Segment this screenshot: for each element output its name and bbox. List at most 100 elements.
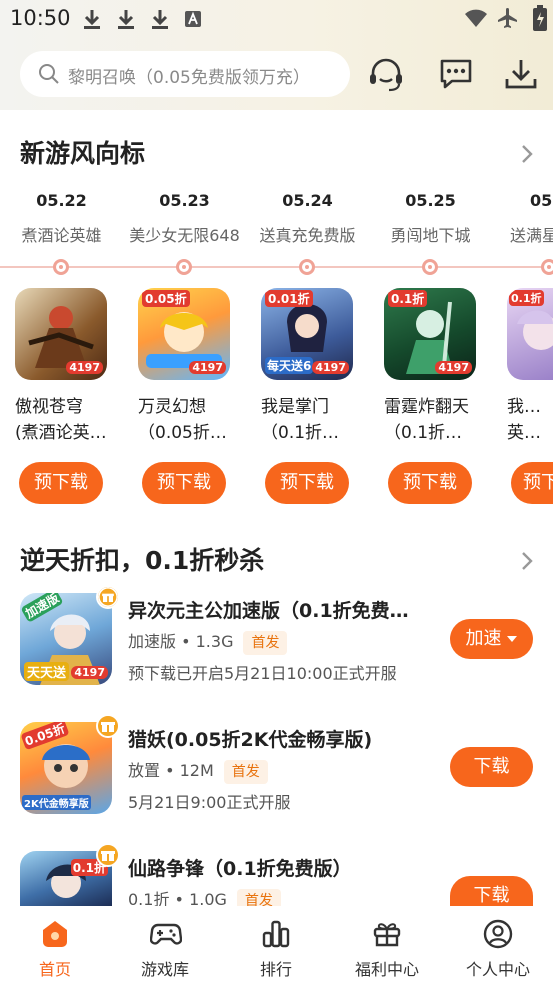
timeline-date: 05.24 (282, 191, 333, 210)
nav-home[interactable]: 首页 (0, 906, 110, 983)
download-button[interactable]: 下载 (450, 876, 533, 906)
icon-caption: 天天送 (24, 662, 70, 681)
game-name-line: 我是掌门 (261, 397, 329, 417)
game-name[interactable]: 傲视苍穹 (煮酒论英… (15, 394, 125, 446)
timeline-event: 送满星 (510, 226, 553, 245)
accelerate-button-label: 加速 (465, 628, 502, 649)
icon-badge: 4197 (312, 361, 349, 374)
search-icon (39, 64, 59, 84)
game-name[interactable]: 我的魔 英雄伙 (507, 394, 553, 446)
game-description: 预下载已开启5月21日10:00正式开服 (128, 664, 397, 683)
first-release-badge: 首发 (243, 631, 288, 655)
download-manager-icon[interactable] (504, 57, 538, 91)
caret-down-icon (506, 636, 517, 642)
game-name-line: 万灵幻想 (138, 397, 206, 417)
search-placeholder: 黎明召唤（0.05免费版领万充） (68, 68, 310, 88)
icon-badge: 4197 (66, 361, 103, 374)
pre-download-button[interactable]: 预下载 (19, 462, 103, 504)
game-name-subtitle: 英雄伙 (507, 423, 553, 443)
new-games-section-title: 新游风向标 (20, 139, 146, 168)
game-name[interactable]: 我是掌门 （0.1折… (261, 394, 353, 446)
game-name-line: 雷霆炸翻天 (384, 397, 469, 417)
game-name-line: 我的魔 (507, 397, 553, 417)
gift-icon (373, 923, 401, 947)
game-size: 1.0G (189, 890, 227, 906)
game-name-subtitle: （0.1折… (261, 423, 340, 443)
nav-label: 游戏库 (140, 960, 189, 979)
timeline-event: 送真充免费版 (259, 226, 356, 245)
game-category: 0.1折 (128, 890, 170, 906)
game-name[interactable]: 雷霆炸翻天 （0.1折… (384, 394, 484, 446)
game-icon[interactable]: 0.1折 (507, 288, 553, 380)
icon-discount-tag: 0.1折 (388, 290, 428, 307)
game-size: 12M (179, 761, 214, 780)
icon-discount-tag: 0.05折 (142, 290, 190, 307)
search-bar[interactable]: 黎明召唤（0.05免费版领万充） (20, 51, 350, 97)
icon-badge: 4197 (435, 361, 472, 374)
icon-caption: 每天送6 (265, 357, 314, 374)
download-notification-icon (118, 10, 134, 29)
icon-badge: 4197 (189, 361, 226, 374)
game-title[interactable]: 仙路争锋（0.1折免费版） (128, 854, 438, 881)
gamepad-icon (150, 923, 182, 945)
timeline-event: 勇闯地下城 (390, 226, 471, 245)
game-name-subtitle: (煮酒论英… (15, 423, 107, 443)
airplane-mode-icon (498, 8, 517, 28)
pre-download-button[interactable]: 预下载 (388, 462, 472, 504)
game-meta: 加速版 • 1.3G 首发 (128, 628, 288, 655)
timeline-date: 05. (530, 191, 553, 210)
font-notification-icon (185, 11, 201, 27)
customer-service-icon[interactable] (367, 57, 405, 93)
bottom-navigation: 首页 游戏库 排行 福利中心 个人中心 (0, 906, 553, 983)
chevron-right-icon[interactable] (519, 143, 535, 165)
icon-discount-tag: 0.01折 (265, 290, 313, 307)
game-icon[interactable]: 0.05折 4197 (138, 288, 230, 380)
icon-caption: 2K代金畅享版 (22, 795, 91, 810)
game-icon[interactable]: 加速版 天天送 4197 (20, 593, 112, 685)
nav-ranking[interactable]: 排行 (221, 906, 331, 983)
game-description: 5月21日9:00正式开服 (128, 793, 291, 812)
game-name[interactable]: 万灵幻想 （0.05折… (138, 394, 230, 446)
first-release-badge: 首发 (236, 889, 281, 906)
battery-icon (533, 5, 547, 31)
pre-download-button[interactable]: 预下载 (142, 462, 226, 504)
nav-profile[interactable]: 个人中心 (443, 906, 553, 983)
timeline-date: 05.23 (159, 191, 210, 210)
message-icon[interactable] (438, 57, 474, 91)
game-title[interactable]: 猎妖(0.05折2K代金畅享版) (128, 725, 438, 752)
timeline-date: 05.22 (36, 191, 87, 210)
download-notification-icon (152, 10, 168, 29)
pre-download-button[interactable]: 预下 (511, 462, 553, 504)
ranking-icon (262, 920, 290, 948)
nav-label: 排行 (259, 960, 292, 979)
gift-badge-icon (96, 714, 120, 738)
timeline-dot (53, 259, 69, 275)
game-name-subtitle: （0.1折… (384, 423, 463, 443)
game-icon[interactable]: 0.01折 每天送6 4197 (261, 288, 353, 380)
nav-label: 福利中心 (354, 960, 419, 979)
icon-badge: 4197 (71, 666, 108, 679)
timeline-date: 05.25 (405, 191, 456, 210)
nav-game-library[interactable]: 游戏库 (110, 906, 220, 983)
status-bar: 10:50 (0, 0, 553, 38)
timeline-line (0, 266, 553, 268)
timeline-dot (176, 259, 192, 275)
download-button[interactable]: 下载 (450, 747, 533, 787)
nav-welfare-center[interactable]: 福利中心 (332, 906, 442, 983)
icon-discount-tag: 0.1折 (509, 290, 544, 306)
accelerate-button[interactable]: 加速 (450, 619, 533, 659)
status-time: 10:50 (10, 6, 71, 30)
user-icon (483, 919, 513, 949)
game-icon[interactable]: 0.1折 4197 (384, 288, 476, 380)
timeline-event: 美少女无限648 (129, 226, 240, 245)
chevron-right-icon[interactable] (519, 550, 535, 572)
game-size: 1.3G (195, 632, 234, 651)
nav-label: 首页 (38, 960, 71, 979)
home-icon (43, 921, 67, 947)
timeline-dot (299, 259, 315, 275)
game-title[interactable]: 异次元主公加速版（0.1折免费… (128, 596, 438, 623)
nav-label: 个人中心 (465, 960, 530, 979)
game-icon[interactable]: 4197 (15, 288, 107, 380)
pre-download-button[interactable]: 预下载 (265, 462, 349, 504)
game-name-line: 傲视苍穹 (15, 397, 83, 417)
